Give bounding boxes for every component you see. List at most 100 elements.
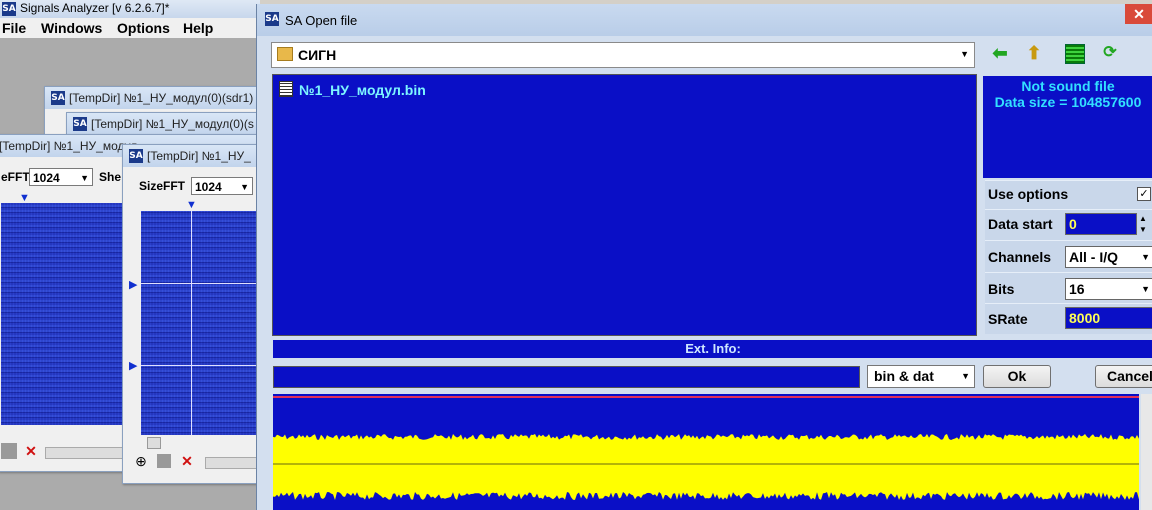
file-name: №1_НУ_модул.bin <box>299 82 426 98</box>
menubar: File Windows Options Help <box>0 18 260 38</box>
refresh-button[interactable]: ⟳ <box>1097 40 1123 66</box>
bits-value: 16 <box>1069 281 1085 297</box>
refresh-icon: ⟳ <box>1103 44 1117 61</box>
vertical-scrollbar[interactable] <box>1141 394 1152 510</box>
child-window-4[interactable]: SA [TempDir] №1_НУ_ SizeFFT 1024 ▼ ▼ ▶ ▶ … <box>122 144 262 484</box>
menu-options[interactable]: Options <box>117 20 170 36</box>
menu-windows[interactable]: Windows <box>41 20 102 36</box>
spinner-icon[interactable]: ▲ ▼ <box>1139 213 1147 235</box>
waveform-lower-band <box>273 464 1139 500</box>
zoom-in-icon[interactable]: ⊕ <box>133 453 149 469</box>
back-button[interactable]: ⬅ <box>987 40 1013 66</box>
cancel-button[interactable]: Cancel <box>1095 365 1152 388</box>
sa-logo-icon: SA <box>73 117 87 131</box>
srate-label: SRate <box>988 311 1028 327</box>
list-view-button[interactable] <box>1061 40 1087 66</box>
sizefft-select[interactable]: 1024 ▼ <box>29 168 93 186</box>
app-logo-icon: SA <box>2 2 16 16</box>
dialog-titlebar[interactable]: SA SA Open file ✕ <box>257 4 1152 36</box>
use-options-checkbox[interactable]: ✓ <box>1137 187 1151 201</box>
folder-name: СИГН <box>298 47 337 63</box>
child-window-titlebar[interactable]: SA [TempDir] №1_НУ_модул(0)(sdr1) <box>45 87 261 109</box>
sa-logo-icon: SA <box>51 91 65 105</box>
open-file-dialog: SA SA Open file ✕ СИГН ▼ ⬅ ⬆ ⟳ №1_НУ_мод… <box>256 4 1152 510</box>
info-line-2: Data size = 104857600 <box>994 94 1142 110</box>
data-start-row: Data start 0 ▲ ▼ <box>985 209 1152 240</box>
horizontal-scrollbar[interactable] <box>45 447 131 459</box>
menu-help[interactable]: Help <box>183 20 213 36</box>
ext-info-label: Ext. Info: <box>273 340 1152 358</box>
list-view-icon <box>1065 44 1085 64</box>
chevron-down-icon: ▼ <box>240 182 249 192</box>
channels-select[interactable]: All - I/Q ▼ <box>1065 246 1152 268</box>
close-icon: ✕ <box>1133 6 1145 22</box>
cancel-icon[interactable]: ✕ <box>23 443 39 459</box>
srate-row: SRate 8000 <box>985 303 1152 334</box>
stop-icon[interactable] <box>1 443 17 459</box>
ext-info-field[interactable] <box>273 366 860 388</box>
file-type-select[interactable]: bin & dat ▼ <box>867 365 975 388</box>
folder-up-icon: ⬆ <box>1026 43 1042 63</box>
scroll-thumb[interactable] <box>147 437 161 449</box>
use-options-row: Use options ✓ <box>985 180 1152 209</box>
waveform-preview[interactable] <box>273 394 1139 510</box>
chevron-down-icon: ▼ <box>960 49 969 59</box>
file-info-panel: Not sound file Data size = 104857600 <box>983 76 1152 178</box>
child-window-title: [TempDir] №1_НУ_ <box>147 149 251 163</box>
file-icon <box>279 81 293 97</box>
use-options-label: Use options <box>988 186 1069 202</box>
file-type-value: bin & dat <box>874 368 934 384</box>
sizefft-value: 1024 <box>195 180 222 194</box>
sizefft-value: 1024 <box>33 171 60 185</box>
list-item[interactable]: №1_НУ_модул.bin <box>279 81 426 98</box>
ok-button[interactable]: Ok <box>983 365 1051 388</box>
app-title: Signals Analyzer [v 6.2.6.7]* <box>20 1 170 15</box>
sa-logo-icon: SA <box>129 149 143 163</box>
data-start-input[interactable]: 0 <box>1065 213 1137 235</box>
cursor-line <box>141 283 259 284</box>
cursor-line <box>191 211 192 435</box>
channels-label: Channels <box>988 249 1052 265</box>
cancel-icon[interactable]: ✕ <box>179 453 195 469</box>
child-window-title: [TempDir] №1_НУ_модул <box>0 139 138 153</box>
arrow-left-icon: ⬅ <box>992 43 1008 63</box>
spectrogram-view[interactable] <box>1 203 127 425</box>
bits-row: Bits 16 ▼ <box>985 272 1152 303</box>
child-window-title: [TempDir] №1_НУ_модул(0)(sdr1) <box>69 91 254 105</box>
child-window-titlebar[interactable]: SA [TempDir] №1_НУ_ <box>123 145 261 167</box>
channels-value: All - I/Q <box>1069 249 1118 265</box>
chevron-down-icon: ▼ <box>80 173 89 183</box>
sizefft-label: SizeFFT <box>139 179 186 193</box>
cursor-line <box>141 365 259 366</box>
spectrogram-view[interactable] <box>141 211 259 435</box>
folder-select[interactable]: СИГН ▼ <box>271 42 975 68</box>
data-start-label: Data start <box>988 216 1053 232</box>
bits-label: Bits <box>988 281 1015 297</box>
folder-icon <box>277 47 293 61</box>
child-window-title: [TempDir] №1_НУ_модул(0)(s <box>91 117 254 131</box>
srate-input[interactable]: 8000 <box>1065 307 1152 329</box>
up-folder-button[interactable]: ⬆ <box>1021 40 1047 66</box>
stop-icon[interactable] <box>157 454 171 468</box>
marker-right-icon: ▶ <box>129 360 138 372</box>
dialog-title: SA Open file <box>285 13 358 28</box>
channels-row: Channels All - I/Q ▼ <box>985 240 1152 272</box>
file-list[interactable]: №1_НУ_модул.bin <box>272 74 977 336</box>
marker-triangle-icon: ▼ <box>186 199 197 211</box>
sa-logo-icon: SA <box>265 12 279 26</box>
chevron-down-icon: ▼ <box>961 371 970 381</box>
sizefft-select[interactable]: 1024 ▼ <box>191 177 253 195</box>
app-titlebar: SA Signals Analyzer [v 6.2.6.7]* <box>0 0 260 18</box>
menu-file[interactable]: File <box>2 20 26 36</box>
info-line-1: Not sound file <box>1021 78 1115 94</box>
chevron-down-icon: ▼ <box>1141 252 1150 262</box>
child-window-titlebar[interactable]: SA [TempDir] №1_НУ_модул(0)(s <box>67 113 261 135</box>
waveform-plot <box>273 434 1139 500</box>
horizontal-scrollbar[interactable] <box>205 457 259 469</box>
close-button[interactable]: ✕ <box>1125 4 1152 24</box>
bits-select[interactable]: 16 ▼ <box>1065 278 1152 300</box>
sizefft-label: eFFT <box>1 170 30 184</box>
extra-label: She <box>99 170 122 184</box>
chevron-down-icon: ▼ <box>1141 284 1150 294</box>
marker-right-icon: ▶ <box>129 279 138 291</box>
